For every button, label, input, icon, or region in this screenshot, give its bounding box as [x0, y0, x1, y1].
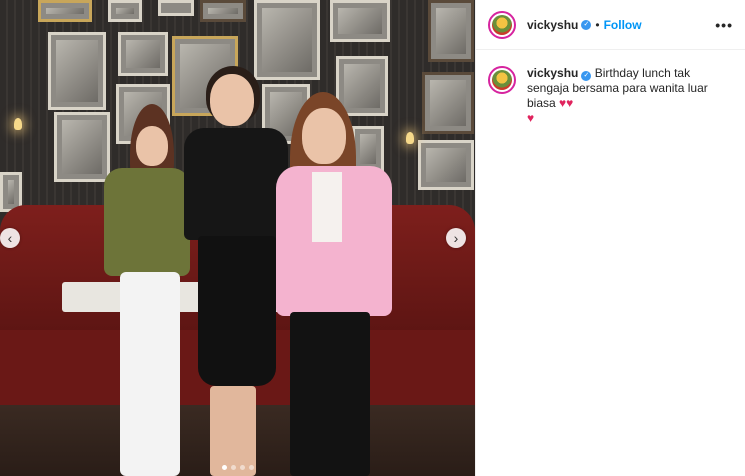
- caption-text: vickyshu ✓ Birthday lunch tak sengaja ber…: [527, 66, 733, 126]
- wall-frame: [108, 0, 142, 22]
- person-left: [98, 104, 194, 476]
- carousel-dot: [221, 465, 227, 470]
- chevron-right-icon: ›: [453, 230, 459, 246]
- carousel-dot: [248, 465, 254, 470]
- heart-icon: ♥: [527, 111, 535, 125]
- wall-frame: [330, 0, 390, 42]
- caption-row: vickyshu ✓ Birthday lunch tak sengaja ber…: [476, 50, 745, 126]
- post-header: vickyshu ✓ • Follow •••: [476, 0, 745, 50]
- instagram-post: ‹ › vickyshu ✓ • Follow ••• vickyshu ✓ Bi…: [0, 0, 745, 476]
- person-right: [272, 92, 394, 476]
- caption-avatar[interactable]: [488, 66, 516, 94]
- wall-frame: [118, 32, 168, 76]
- follow-button[interactable]: Follow: [604, 18, 642, 32]
- username-link[interactable]: vickyshu: [527, 18, 578, 32]
- carousel-prev-button[interactable]: ‹: [0, 228, 20, 248]
- verified-badge-icon: ✓: [581, 71, 592, 81]
- post-sidebar: vickyshu ✓ • Follow ••• vickyshu ✓ Birthd…: [475, 0, 745, 476]
- wall-frame: [200, 0, 246, 22]
- carousel-indicator: [0, 465, 475, 470]
- wall-frame: [158, 0, 194, 16]
- post-media[interactable]: ‹ ›: [0, 0, 475, 476]
- wall-frame: [48, 32, 106, 110]
- chevron-left-icon: ‹: [7, 230, 13, 246]
- wall-lamp: [14, 118, 22, 130]
- heart-icon: ♥: [566, 96, 574, 110]
- carousel-dot: [230, 465, 236, 470]
- wall-frame: [428, 0, 474, 62]
- wall-frame: [418, 140, 474, 190]
- verified-badge-icon: ✓: [581, 19, 592, 30]
- carousel-next-button[interactable]: ›: [446, 228, 466, 248]
- caption-username[interactable]: vickyshu: [527, 66, 578, 80]
- avatar[interactable]: [488, 10, 516, 39]
- wall-frame: [38, 0, 92, 22]
- more-options-icon[interactable]: •••: [715, 17, 733, 33]
- wall-lamp: [406, 132, 414, 144]
- wall-frame: [422, 72, 474, 134]
- separator-dot: •: [595, 17, 600, 32]
- carousel-dot: [239, 465, 245, 470]
